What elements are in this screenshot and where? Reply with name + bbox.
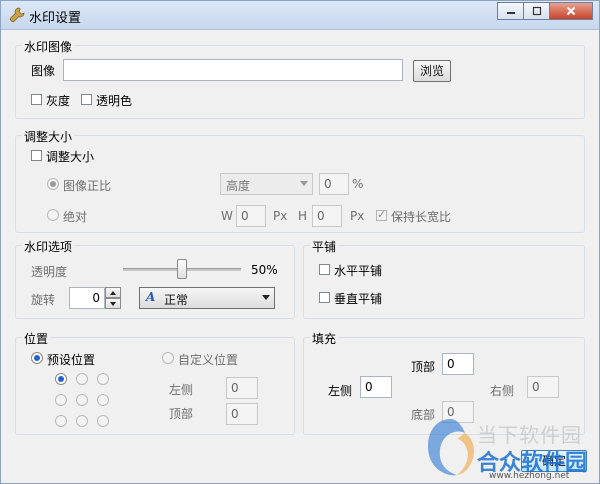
fill-right-label: 右侧 — [490, 384, 515, 398]
window-controls — [497, 2, 593, 20]
blend-mode-icon: A — [146, 290, 156, 304]
resize-checkbox[interactable] — [31, 150, 42, 161]
height-unit: Px — [350, 209, 365, 223]
custom-left-input[interactable] — [226, 377, 258, 399]
position-cell-radio[interactable] — [55, 394, 67, 406]
brand-logo-icon — [427, 419, 474, 476]
brand-line1: 当下软件园 — [477, 423, 582, 447]
wrench-icon — [9, 7, 25, 23]
transparent-color-label: 透明色 — [96, 94, 133, 108]
position-cell-radio[interactable] — [55, 373, 67, 385]
dimension-select-value: 高度 — [226, 179, 251, 193]
position-group-title: 位置 — [22, 330, 51, 347]
maximize-button[interactable] — [523, 2, 549, 20]
position-cell-radio[interactable] — [76, 373, 88, 385]
minimize-icon — [506, 12, 515, 14]
opacity-value: 50% — [251, 263, 278, 277]
resize-group-title: 调整大小 — [22, 128, 75, 145]
vertical-tile-label: 垂直平铺 — [334, 292, 383, 306]
chevron-down-icon — [300, 181, 308, 186]
grayscale-label: 灰度 — [46, 94, 71, 108]
image-group-title: 水印图像 — [22, 38, 75, 55]
rotate-label: 旋转 — [31, 293, 56, 307]
minimize-button[interactable] — [497, 2, 523, 20]
keep-ratio-checkbox[interactable] — [376, 208, 387, 221]
width-label: W — [221, 209, 233, 223]
image-label: 图像 — [31, 64, 56, 78]
preset-position-label: 预设位置 — [47, 353, 96, 367]
absolute-radio[interactable] — [47, 209, 59, 221]
keep-ratio-label: 保持长宽比 — [391, 210, 452, 224]
proportional-label: 图像正比 — [63, 179, 112, 193]
percent-unit: % — [352, 177, 364, 191]
fill-right-input[interactable] — [527, 376, 559, 398]
close-icon — [566, 6, 576, 16]
proportional-radio[interactable] — [47, 178, 59, 190]
opacity-slider[interactable] — [123, 258, 241, 280]
window-title: 水印设置 — [29, 11, 82, 26]
resize-label: 调整大小 — [46, 150, 95, 164]
custom-left-label: 左侧 — [169, 383, 194, 397]
custom-top-input[interactable] — [226, 403, 258, 425]
width-input[interactable] — [236, 205, 266, 227]
position-cell-radio[interactable] — [97, 373, 109, 385]
position-cell-radio[interactable] — [97, 394, 109, 406]
browse-button[interactable]: 浏览 — [413, 60, 451, 82]
fill-top-input[interactable] — [442, 353, 474, 375]
spinner-up-icon[interactable] — [105, 287, 121, 298]
spinner-down-icon[interactable] — [105, 298, 121, 309]
maximize-icon — [532, 6, 541, 16]
rotate-input[interactable] — [69, 287, 105, 309]
width-unit: Px — [273, 209, 288, 223]
blend-mode-select[interactable]: A 正常 — [139, 287, 275, 309]
custom-position-label: 自定义位置 — [178, 353, 239, 367]
fill-top-label: 顶部 — [411, 360, 436, 374]
blend-mode-value: 正常 — [164, 293, 189, 307]
title-bar[interactable]: 水印设置 — [1, 1, 599, 30]
position-cell-radio[interactable] — [76, 415, 88, 427]
watermark-settings-window: 水印设置 水印图像 图像 浏览 灰度 透明色 调整大小 调整大小 图像正比 高度… — [0, 0, 600, 484]
height-input[interactable] — [312, 205, 342, 227]
options-group-title: 水印选项 — [22, 238, 75, 255]
chevron-down-icon — [262, 295, 270, 300]
transparent-color-checkbox[interactable] — [81, 94, 92, 105]
vertical-tile-checkbox[interactable] — [319, 292, 330, 303]
brand-url: www.hezhong.net — [489, 471, 570, 481]
opacity-slider-thumb[interactable] — [177, 259, 187, 279]
position-cell-radio[interactable] — [55, 415, 67, 427]
custom-top-label: 顶部 — [169, 407, 194, 421]
fill-group-title: 填充 — [310, 330, 339, 347]
tile-group: 平铺 — [303, 238, 585, 319]
fill-left-input[interactable] — [360, 376, 392, 398]
preset-position-radio[interactable] — [31, 352, 43, 364]
grayscale-checkbox[interactable] — [31, 94, 42, 105]
image-path-input[interactable] — [63, 59, 403, 81]
position-cell-radio[interactable] — [76, 394, 88, 406]
height-label: H — [298, 209, 308, 223]
absolute-label: 绝对 — [63, 210, 88, 224]
fill-left-label: 左侧 — [328, 384, 353, 398]
horizontal-tile-checkbox[interactable] — [319, 264, 330, 275]
rotate-spinner[interactable] — [105, 287, 121, 309]
dimension-select[interactable]: 高度 — [220, 173, 313, 195]
close-button[interactable] — [549, 2, 593, 20]
opacity-label: 透明度 — [31, 265, 68, 279]
tile-group-title: 平铺 — [310, 238, 339, 255]
percent-input[interactable] — [319, 173, 349, 195]
position-cell-radio[interactable] — [97, 415, 109, 427]
brand-watermark: 当下软件园 合众软件园 www.hezhong.net — [419, 413, 599, 483]
horizontal-tile-label: 水平平铺 — [334, 264, 383, 278]
custom-position-radio[interactable] — [162, 352, 174, 364]
